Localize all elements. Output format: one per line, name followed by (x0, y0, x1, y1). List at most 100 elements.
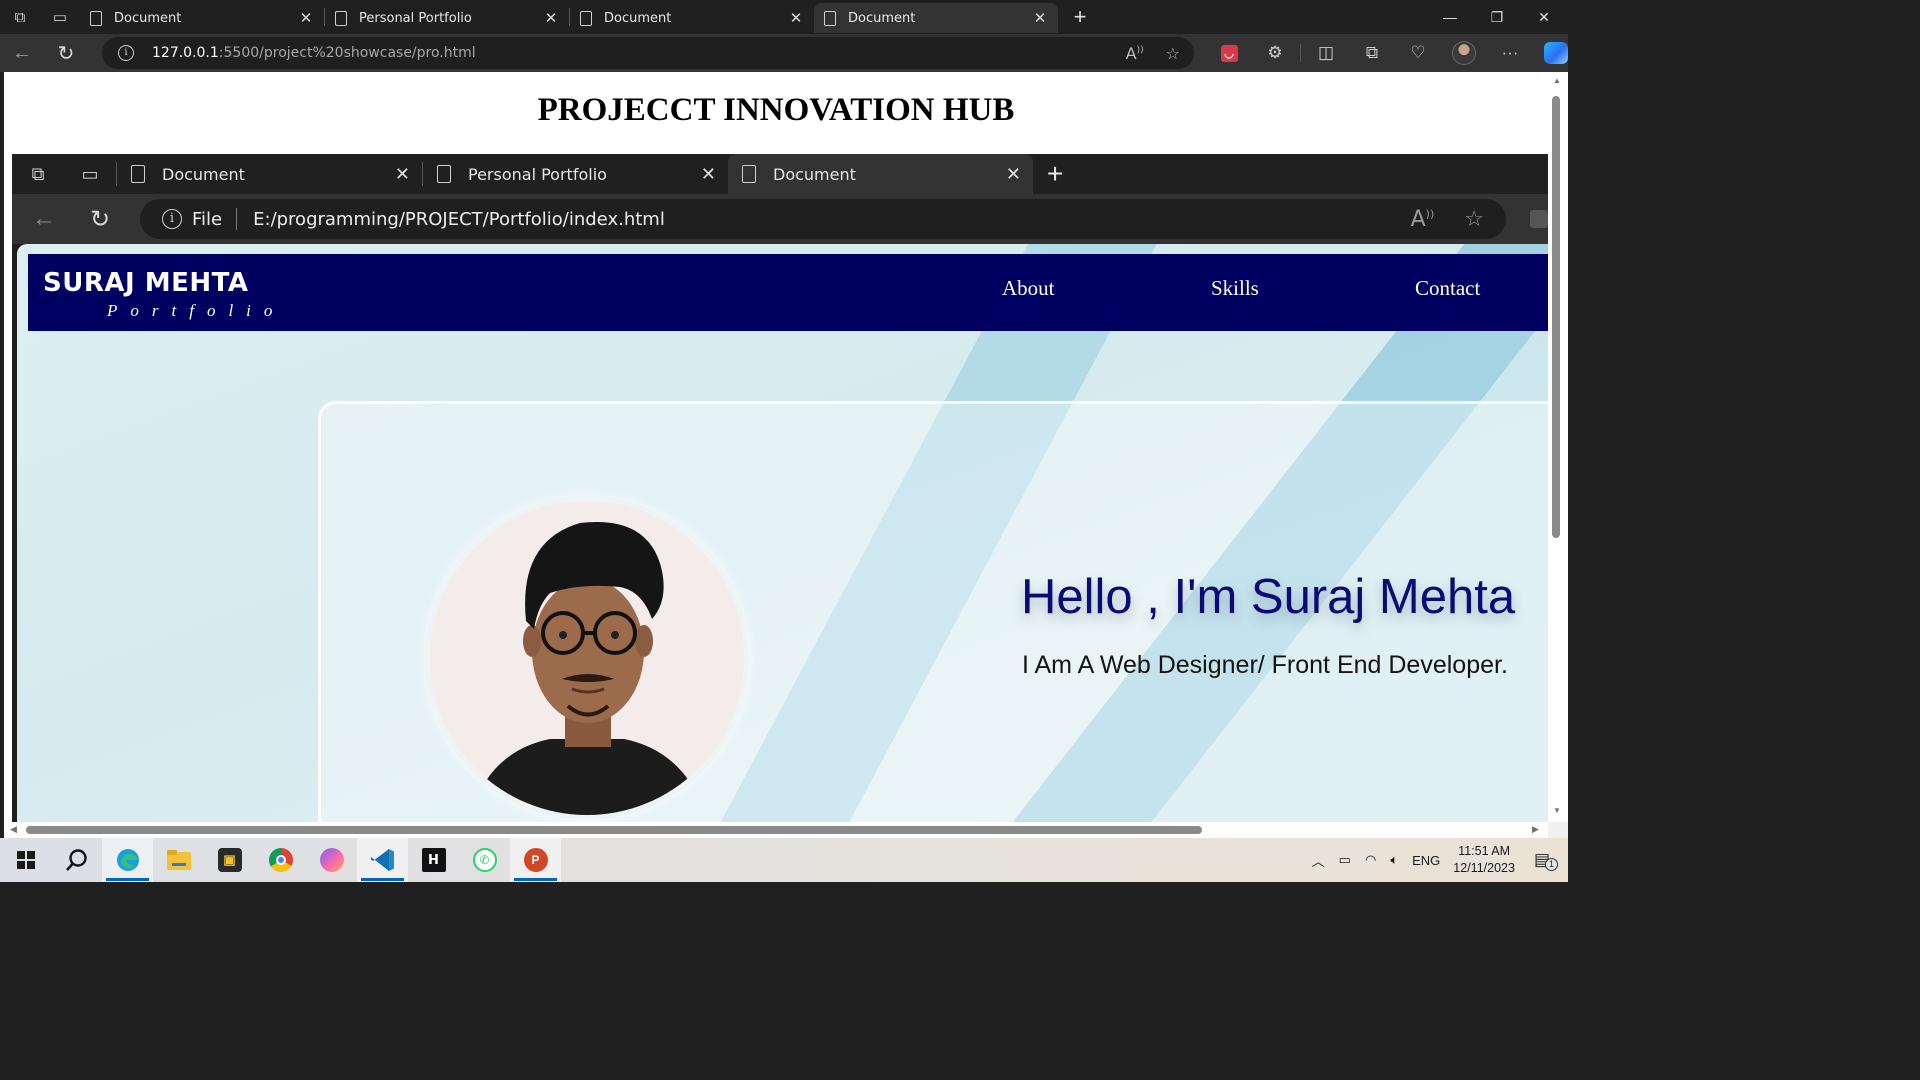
page-viewport: PROJECCT INNOVATION HUB ⧉ ▭ Document ✕ P… (4, 72, 1552, 822)
site-info-icon: i (162, 209, 182, 229)
scroll-left-arrow-icon[interactable]: ◀ (10, 824, 17, 835)
chevron-up-icon[interactable]: ︿ (1312, 851, 1325, 870)
toolbar-icon (1530, 210, 1548, 228)
portfolio-page: SURAJ MEHTA Portfolio About Skills Conta… (17, 244, 1548, 822)
profile-portrait (430, 501, 744, 815)
extensions-icon[interactable]: ⚙ (1252, 34, 1298, 72)
collections-icon[interactable]: ⧉ (1349, 34, 1395, 72)
pocket-extension-icon[interactable]: ◡ (1206, 34, 1252, 72)
address-actions: A)) ☆ (1411, 199, 1484, 239)
tab-title: Document (773, 164, 856, 184)
vertical-scrollbar[interactable]: ▲ ▼ (1548, 72, 1568, 822)
close-window-button[interactable]: ✕ (1520, 0, 1568, 34)
divider (236, 208, 238, 230)
whatsapp-icon: ✆ (472, 848, 497, 872)
taskbar-whatsapp[interactable]: ✆ (459, 838, 510, 882)
tab-title: Personal Portfolio (468, 164, 607, 184)
reload-button[interactable]: ↻ (44, 34, 88, 72)
address-bar[interactable]: i 127.0.0.1:5500/project%20showcase/pro.… (102, 37, 1194, 69)
taskbar-media-app[interactable]: ▣ (204, 838, 255, 882)
system-tray: ︿ ▭ ◠ 🔈︎ ENG 11:51 AM 12/11/2023 ▤ 1 (1305, 838, 1568, 882)
document-icon (824, 10, 836, 26)
read-aloud-icon[interactable]: A)) (1126, 44, 1144, 63)
browser-tab-active[interactable]: Document ✕ (814, 3, 1058, 33)
close-tab-icon[interactable]: ✕ (1032, 9, 1048, 27)
read-aloud-icon: A)) (1410, 206, 1435, 232)
tab-title: Document (848, 10, 916, 26)
tab-title: Document (162, 164, 245, 184)
taskbar-powerpoint[interactable]: P (510, 838, 561, 882)
minimize-button[interactable]: — (1426, 0, 1474, 34)
notifications-icon[interactable]: ▤ 1 (1534, 850, 1558, 871)
battery-icon[interactable]: ▭ (1339, 852, 1351, 868)
new-tab-button[interactable]: + (1062, 4, 1098, 30)
back-button[interactable]: ← (0, 34, 44, 72)
browser-essentials-icon[interactable]: ♡ (1395, 34, 1441, 72)
taskbar-chrome[interactable] (255, 838, 306, 882)
media-app-icon: ▣ (217, 848, 242, 872)
browser-toolbar: ◡ ⚙ ◫ ⧉ ♡ ··· (1206, 34, 1579, 72)
document-icon (90, 10, 102, 26)
search-icon (65, 849, 87, 871)
taskbar-heroku[interactable]: H (408, 838, 459, 882)
wifi-icon[interactable]: ◠ (1365, 852, 1376, 868)
scroll-right-arrow-icon[interactable]: ▶ (1532, 824, 1539, 835)
powerpoint-icon: P (523, 848, 548, 872)
scroll-down-arrow-icon[interactable]: ▼ (1553, 806, 1561, 815)
document-icon (131, 165, 145, 183)
site-info-icon[interactable]: i (118, 45, 134, 61)
close-tab-icon: ✕ (1005, 163, 1021, 185)
chrome-icon (268, 848, 293, 872)
vertical-scroll-thumb[interactable] (1552, 96, 1560, 538)
clock-date: 12/11/2023 (1453, 861, 1515, 875)
split-screen-icon[interactable]: ◫ (1303, 34, 1349, 72)
active-indicator (361, 878, 404, 881)
restore-button[interactable]: ❐ (1473, 0, 1521, 34)
horizontal-scroll-thumb[interactable] (26, 826, 1202, 834)
copilot-icon[interactable] (1533, 34, 1579, 72)
search-button[interactable] (51, 838, 102, 882)
favorite-star-icon[interactable]: ☆ (1166, 44, 1180, 63)
browser-tab-bar: ⧉ ▭ Document ✕ Personal Portfolio ✕ Docu… (0, 0, 1568, 34)
tab-actions-icon[interactable]: ▭ (40, 0, 80, 34)
portfolio-logo: SURAJ MEHTA (43, 268, 249, 298)
close-tab-icon[interactable]: ✕ (543, 9, 559, 27)
file-label: File (192, 208, 223, 230)
volume-icon[interactable]: 🔈︎ (1390, 852, 1398, 868)
start-button[interactable] (0, 838, 51, 882)
scroll-up-arrow-icon[interactable]: ▲ (1553, 76, 1561, 85)
portfolio-logo-subtitle: Portfolio (107, 301, 286, 320)
taskbar-design-app[interactable] (306, 838, 357, 882)
taskbar-vscode[interactable] (357, 838, 408, 882)
notification-count: 1 (1545, 858, 1558, 871)
close-tab-icon[interactable]: ✕ (298, 9, 314, 27)
nav-link-contact: Contact (1415, 276, 1481, 300)
document-icon (335, 10, 347, 26)
workspaces-icon[interactable]: ⧉ (0, 0, 40, 34)
browser-tab[interactable]: Personal Portfolio ✕ (325, 3, 569, 33)
browser-tab[interactable]: Document ✕ (80, 3, 324, 33)
close-tab-icon: ✕ (394, 163, 410, 185)
profile-avatar[interactable] (1441, 34, 1487, 72)
portfolio-navbar: SURAJ MEHTA Portfolio About Skills Conta… (28, 254, 1548, 331)
nav-link-skills: Skills (1211, 276, 1259, 300)
more-menu-icon[interactable]: ··· (1487, 34, 1533, 72)
hero-greeting: Hello , I'm Suraj Mehta (1021, 570, 1516, 624)
taskbar-file-explorer[interactable] (153, 838, 204, 882)
screenshot-address-bar: i File E:/programming/PROJECT/Portfolio/… (140, 199, 1506, 239)
edge-icon (116, 849, 139, 871)
vscode-icon (370, 849, 394, 871)
horizontal-scrollbar[interactable]: ◀ ▶ (4, 822, 1552, 838)
close-tab-icon: ✕ (700, 163, 716, 185)
language-indicator[interactable]: ENG (1412, 853, 1440, 868)
clock[interactable]: 11:51 AM 12/11/2023 (1453, 843, 1515, 877)
url-host: 127.0.0.1 (152, 45, 219, 61)
toolbar-separator (1300, 44, 1301, 62)
browser-tab[interactable]: Document ✕ (570, 3, 814, 33)
close-tab-icon[interactable]: ✕ (788, 9, 804, 27)
taskbar-edge[interactable] (102, 838, 153, 882)
workspaces-icon: ⧉ (31, 163, 45, 184)
tab-title: Personal Portfolio (359, 10, 472, 26)
screenshot-tab: Document ✕ (117, 154, 422, 194)
clock-time: 11:51 AM (1458, 844, 1511, 858)
